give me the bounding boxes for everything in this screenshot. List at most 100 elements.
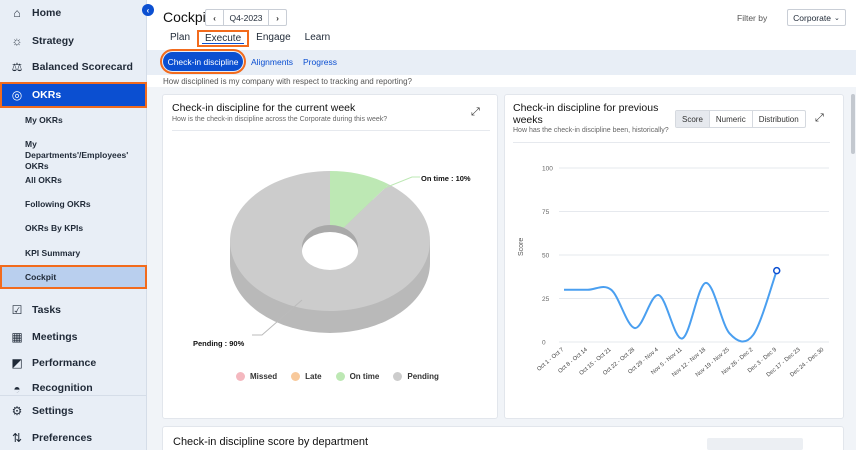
- target-icon: ◎: [11, 88, 23, 102]
- filter-select[interactable]: Corporate ⌄: [787, 9, 846, 26]
- card-divider: [513, 142, 830, 143]
- sidebar-item-label: Home: [32, 7, 62, 19]
- sidebar-item-okrs[interactable]: ◎ OKRs: [0, 82, 147, 108]
- chevron-left-icon: ‹: [146, 5, 150, 15]
- tab-execute[interactable]: Execute: [197, 30, 250, 47]
- pie-chart: [229, 171, 430, 336]
- filter-value: Corporate: [793, 12, 831, 23]
- legend-item-late[interactable]: Late: [291, 372, 322, 381]
- filter-label: Filter by: [737, 13, 768, 23]
- sidebar-item-balanced-scorecard[interactable]: ⚖ Balanced Scorecard: [0, 57, 147, 77]
- legend-item-pending[interactable]: Pending: [393, 372, 439, 381]
- sidebar: ⌂ Home ☼ Strategy ⚖ Balanced Scorecard ◎ OKR…: [0, 0, 147, 450]
- quarter-navigator: ‹ Q4-2023 ›: [205, 9, 287, 26]
- sidebar-item-label: OKRs: [32, 89, 62, 101]
- legend-item-missed[interactable]: Missed: [236, 372, 277, 381]
- sidebar-item-label: Meetings: [32, 331, 78, 343]
- sidebar-sub-okrs-by-kpis[interactable]: OKRs By KPIs: [0, 223, 147, 234]
- subtab-alignments[interactable]: Alignments: [251, 57, 293, 67]
- legend-label: Missed: [250, 372, 278, 381]
- chevron-down-icon: ⌄: [833, 14, 840, 22]
- sidebar-item-label: Settings: [32, 405, 74, 417]
- legend-dot: [236, 372, 245, 381]
- y-tick-label: 50: [542, 253, 550, 260]
- segment-distribution[interactable]: Distribution: [751, 111, 805, 127]
- prev-quarter-button[interactable]: ‹: [206, 10, 223, 25]
- sidebar-item-performance[interactable]: ◩ Performance: [0, 353, 147, 373]
- line-chart: 0255075100Oct 1 - Oct 7Oct 8 - Oct 14Oct…: [536, 166, 829, 378]
- legend-label: Late: [305, 372, 322, 381]
- previous-weeks-title-line1: Check-in discipline for previous: [513, 102, 659, 114]
- sidebar-item-label: Recognition: [32, 382, 93, 394]
- previous-weeks-subtitle: How has the check-in discipline been, hi…: [513, 127, 669, 134]
- sidebar-divider: [0, 395, 147, 396]
- collapse-sidebar-button[interactable]: ‹: [142, 4, 154, 16]
- sidebar-item-strategy[interactable]: ☼ Strategy: [0, 31, 147, 51]
- sidebar-item-home[interactable]: ⌂ Home: [0, 3, 147, 23]
- y-tick-label: 25: [542, 296, 550, 303]
- legend-dot: [335, 372, 345, 381]
- chevron-left-icon: ‹: [213, 12, 216, 23]
- y-tick-label: 75: [542, 209, 550, 216]
- subtab-progress[interactable]: Progress: [303, 57, 337, 67]
- legend-dot: [291, 372, 301, 381]
- chevron-right-icon: ›: [276, 12, 279, 23]
- next-quarter-button[interactable]: ›: [269, 10, 286, 25]
- sidebar-sub-all-okrs[interactable]: All OKRs: [0, 175, 147, 186]
- current-week-title: Check-in discipline for the current week: [172, 102, 356, 114]
- current-week-subtitle: How is the check-in discipline across th…: [172, 116, 388, 123]
- subtab-check-in-discipline[interactable]: Check-in discipline: [160, 49, 246, 74]
- main-tabs: Plan Execute Engage Learn: [163, 30, 337, 47]
- sidebar-sub-my-okrs[interactable]: My OKRs: [0, 115, 147, 126]
- home-icon: ⌂: [13, 6, 21, 20]
- sidebar-item-recognition[interactable]: ◓ Recognition: [0, 382, 147, 394]
- sidebar-item-label: Strategy: [32, 35, 75, 47]
- segment-numeric[interactable]: Numeric: [708, 111, 752, 127]
- sidebar-sub-dept-okrs[interactable]: My Departments'/Employees' OKRs: [0, 139, 140, 172]
- tab-plan[interactable]: Plan: [163, 30, 197, 47]
- y-tick-label: 0: [542, 340, 546, 347]
- page-title: Cockpit: [163, 9, 210, 25]
- sidebar-item-tasks[interactable]: ☑ Tasks: [0, 300, 147, 320]
- legend-dot: [393, 372, 403, 381]
- tab-engage[interactable]: Engage: [249, 30, 297, 47]
- scrollbar[interactable]: [851, 94, 855, 154]
- sidebar-item-label: Performance: [32, 357, 97, 369]
- previous-weeks-title: Check-in discipline for previous weeks: [513, 102, 658, 126]
- department-card-title: Check-in discipline score by department: [173, 436, 369, 448]
- tab-learn[interactable]: Learn: [298, 30, 338, 47]
- performance-icon: ◩: [11, 356, 23, 370]
- preferences-icon: ⇅: [11, 431, 23, 445]
- sidebar-sub-following-okrs[interactable]: Following OKRs: [0, 199, 147, 210]
- sidebar-item-meetings[interactable]: ▦ Meetings: [0, 327, 147, 347]
- pie-label-on-time: On time : 10%: [421, 174, 471, 183]
- pie-label-pending: Pending : 90%: [193, 339, 245, 348]
- sidebar-item-preferences[interactable]: ⇅ Preferences: [0, 428, 147, 448]
- sidebar-item-settings[interactable]: ⚙ Settings: [0, 401, 147, 421]
- department-segmented-control[interactable]: [707, 438, 803, 450]
- legend-label: Pending: [407, 372, 439, 381]
- data-point[interactable]: [772, 266, 781, 275]
- sidebar-sub-cockpit[interactable]: Cockpit: [0, 265, 147, 289]
- y-tick-label: 100: [542, 166, 553, 173]
- view-segmented-control: Score Numeric Distribution: [675, 110, 806, 128]
- pie-hole: [302, 232, 358, 270]
- sidebar-sub-kpi-summary[interactable]: KPI Summary: [0, 248, 147, 259]
- legend-item-on-time[interactable]: On time: [335, 372, 380, 381]
- calendar-icon: ▦: [11, 330, 23, 344]
- expand-icon[interactable]: ⤢: [471, 106, 480, 119]
- expand-icon[interactable]: ⤢: [815, 112, 824, 125]
- settings-icon: ⚙: [11, 404, 23, 418]
- quarter-label: Q4-2023: [223, 10, 269, 25]
- legend-label: On time: [349, 372, 380, 381]
- page-question: How disciplined is my company with respe…: [163, 77, 413, 86]
- sidebar-item-label: Balanced Scorecard: [32, 61, 133, 73]
- series-line: [564, 270, 778, 343]
- pie-legend: Missed Late On time Pending: [236, 372, 439, 381]
- sidebar-item-label: Preferences: [32, 432, 93, 444]
- tasks-icon: ☑: [11, 303, 23, 317]
- sidebar-item-label: Tasks: [32, 304, 61, 316]
- bulb-icon: ☼: [11, 34, 23, 48]
- previous-weeks-title-line2: weeks: [513, 114, 543, 126]
- segment-score[interactable]: Score: [676, 111, 709, 127]
